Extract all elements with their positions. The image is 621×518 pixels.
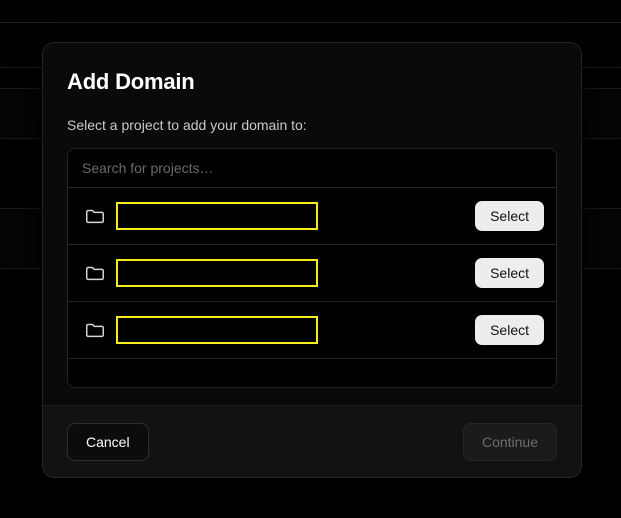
select-project-button[interactable]: Select bbox=[475, 315, 544, 346]
project-list-item[interactable]: Select bbox=[68, 302, 556, 360]
select-project-button[interactable]: Select bbox=[475, 201, 544, 232]
project-list-item[interactable]: Select bbox=[68, 188, 556, 246]
project-picker: Select Select Select bbox=[67, 148, 557, 389]
select-project-button[interactable]: Select bbox=[475, 258, 544, 289]
folder-icon bbox=[86, 267, 104, 281]
search-row bbox=[68, 149, 556, 189]
project-name bbox=[116, 202, 318, 231]
picker-bottom-pad bbox=[68, 359, 556, 388]
folder-icon bbox=[86, 210, 104, 224]
dialog-body: Add Domain Select a project to add your … bbox=[43, 43, 581, 405]
dialog-subtitle: Select a project to add your domain to: bbox=[67, 117, 307, 134]
project-name bbox=[116, 316, 318, 345]
add-domain-dialog: Add Domain Select a project to add your … bbox=[42, 42, 582, 478]
dialog-footer: Cancel Continue bbox=[43, 405, 581, 477]
folder-icon bbox=[86, 324, 104, 338]
continue-button[interactable]: Continue bbox=[462, 422, 557, 461]
project-list-item[interactable]: Select bbox=[68, 245, 556, 303]
cancel-button[interactable]: Cancel bbox=[67, 422, 149, 461]
search-input[interactable] bbox=[82, 160, 542, 177]
page-title: Add Domain bbox=[67, 69, 195, 94]
project-name bbox=[116, 259, 318, 288]
backdrop-divider bbox=[0, 22, 621, 23]
